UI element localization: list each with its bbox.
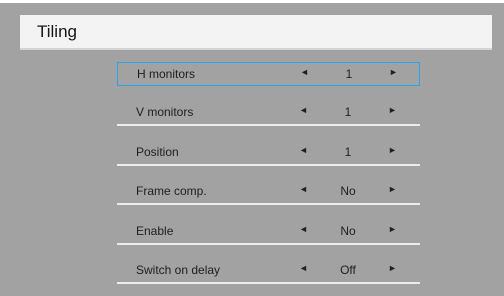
right-arrow-icon[interactable]: ► xyxy=(388,105,397,115)
menu-item-label: Frame comp. xyxy=(136,184,207,198)
row-divider xyxy=(117,203,420,205)
left-arrow-icon[interactable]: ◄ xyxy=(299,145,308,155)
menu-item-position[interactable]: Position ◄ 1 ► xyxy=(117,141,420,166)
menu-item-label: H monitors xyxy=(137,67,196,81)
menu-item-value: 1 xyxy=(345,67,353,81)
tiling-menu-panel: Tiling H monitors ◄ 1 ► V monitors ◄ 1 ►… xyxy=(0,3,504,296)
left-arrow-icon[interactable]: ◄ xyxy=(299,105,308,115)
right-arrow-icon[interactable]: ► xyxy=(389,67,398,77)
menu-item-label: Switch on delay xyxy=(136,263,221,277)
left-arrow-icon[interactable]: ◄ xyxy=(299,263,308,273)
menu-item-h-monitors[interactable]: H monitors ◄ 1 ► xyxy=(117,62,420,86)
right-arrow-icon[interactable]: ► xyxy=(388,184,397,194)
menu-item-value: Off xyxy=(340,263,356,277)
left-arrow-icon[interactable]: ◄ xyxy=(300,67,309,77)
title-bar: Tiling xyxy=(20,15,492,48)
menu-item-label: Enable xyxy=(136,224,174,238)
menu-item-value: No xyxy=(340,224,356,238)
menu-item-label: Position xyxy=(136,145,179,159)
row-divider xyxy=(117,164,420,166)
menu-item-value: 1 xyxy=(344,145,352,159)
menu-item-value: 1 xyxy=(344,105,352,119)
left-arrow-icon[interactable]: ◄ xyxy=(299,184,308,194)
menu-item-v-monitors[interactable]: V monitors ◄ 1 ► xyxy=(117,101,420,126)
title-divider xyxy=(20,48,492,50)
row-divider xyxy=(117,124,420,126)
row-divider xyxy=(117,282,420,284)
right-arrow-icon[interactable]: ► xyxy=(388,224,397,234)
menu-title: Tiling xyxy=(37,22,77,41)
menu-item-switch-on-delay[interactable]: Switch on delay ◄ Off ► xyxy=(117,259,420,284)
row-divider xyxy=(117,243,420,245)
right-arrow-icon[interactable]: ► xyxy=(388,263,397,273)
menu-item-value: No xyxy=(340,184,356,198)
menu-item-enable[interactable]: Enable ◄ No ► xyxy=(117,220,420,245)
left-arrow-icon[interactable]: ◄ xyxy=(299,224,308,234)
menu-item-label: V monitors xyxy=(136,105,194,119)
menu-item-frame-comp[interactable]: Frame comp. ◄ No ► xyxy=(117,180,420,205)
right-arrow-icon[interactable]: ► xyxy=(388,145,397,155)
